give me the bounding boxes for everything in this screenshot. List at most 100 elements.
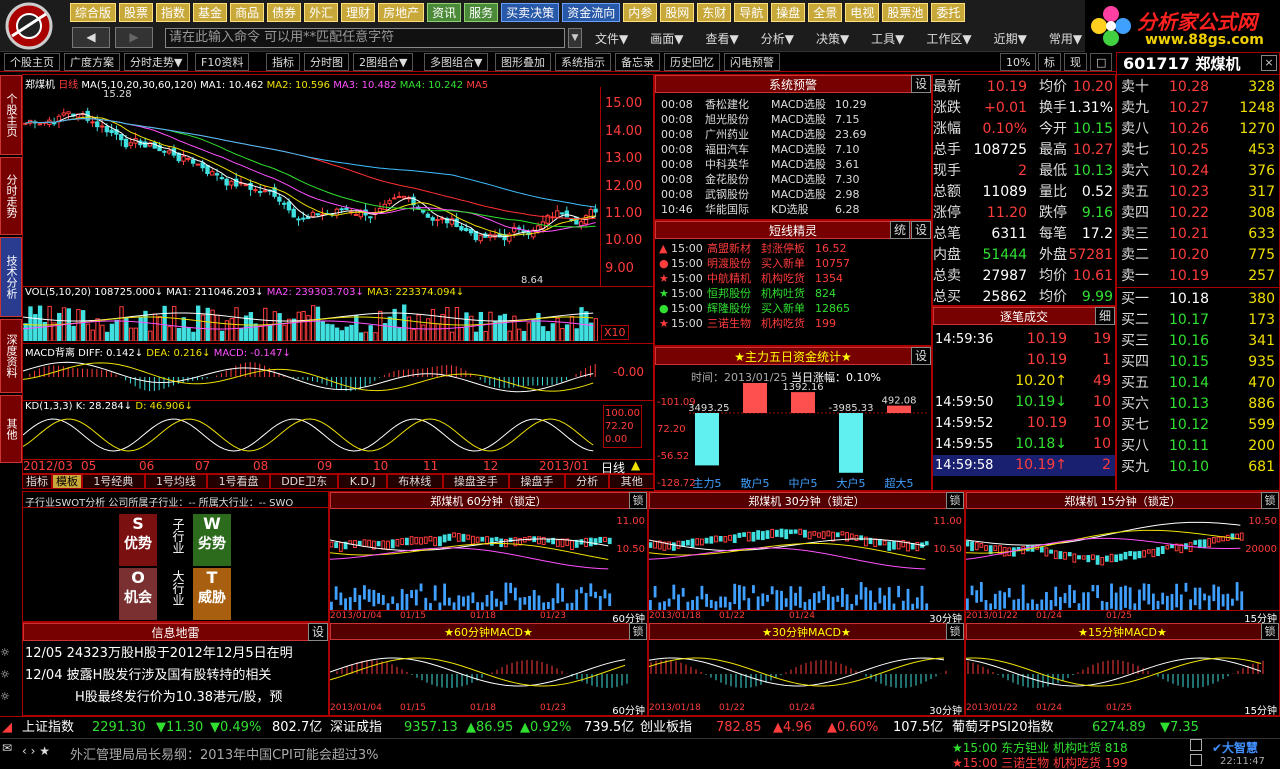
indicator-tab[interactable]: 其他: [609, 474, 655, 489]
scroll-triangle-icon[interactable]: ▲: [631, 458, 640, 472]
sprite-stat-button[interactable]: 统: [890, 221, 910, 239]
toolbar-right-button[interactable]: 标: [1038, 53, 1061, 71]
menu-item[interactable]: 委托: [931, 3, 966, 22]
menu-bar-item[interactable]: 工具▼: [871, 30, 904, 47]
menu-bar-item[interactable]: 常用▼: [1049, 30, 1082, 47]
mini-macd-chart[interactable]: [649, 642, 962, 704]
lock-button[interactable]: 锁: [1261, 623, 1279, 640]
ask-row[interactable]: 卖五 10.23 317: [1117, 182, 1279, 203]
bid-row[interactable]: 买九 10.10 681: [1117, 457, 1279, 478]
sprite-row[interactable]: ● 15:00 明渡股份 买入新单 10757: [659, 256, 927, 271]
swot-opportunity[interactable]: O 机会: [119, 568, 157, 620]
toolbar-right-button[interactable]: 现: [1064, 53, 1087, 71]
menu-item[interactable]: 内参: [623, 3, 658, 22]
menu-item[interactable]: 股票池: [882, 3, 929, 22]
tick-row[interactable]: 14:59:36 10.19 19: [933, 329, 1115, 350]
menu-item[interactable]: 全景: [808, 3, 843, 22]
menu-item[interactable]: 外汇: [304, 3, 339, 22]
menu-item[interactable]: 买卖决策: [501, 3, 560, 22]
ask-row[interactable]: 卖七 10.25 453: [1117, 140, 1279, 161]
tick-detail-button[interactable]: 细: [1095, 307, 1115, 325]
alert-settings-button[interactable]: 设: [911, 75, 931, 93]
ask-row[interactable]: 卖四 10.22 308: [1117, 203, 1279, 224]
toolbar-button[interactable]: 2图组合▼: [353, 53, 414, 71]
menu-item[interactable]: 基金: [193, 3, 228, 22]
indicator-tab[interactable]: 分析: [564, 474, 610, 489]
tick-row[interactable]: 14:59:58 10.19↑ 2: [933, 455, 1115, 476]
indicator-tab[interactable]: 指标: [22, 474, 52, 489]
lock-button[interactable]: 锁: [946, 623, 964, 640]
menu-item[interactable]: 操盘: [771, 3, 806, 22]
toolbar-button[interactable]: 历史回忆: [664, 53, 720, 71]
candlestick-chart[interactable]: [23, 87, 598, 287]
menu-item[interactable]: 股票: [119, 3, 154, 22]
menu-bar-item[interactable]: 查看▼: [705, 30, 738, 47]
alert-row[interactable]: 00:08 中科英华 MACD选股 3.61: [661, 157, 927, 172]
indicator-tab[interactable]: 操盘圣手: [442, 474, 510, 489]
bid-row[interactable]: 买八 10.11 200: [1117, 436, 1279, 457]
volume-chart[interactable]: [23, 299, 598, 341]
vtab-0[interactable]: 个股主页: [0, 75, 22, 155]
menu-item[interactable]: 综合版: [70, 3, 117, 22]
tick-row[interactable]: 10.19 1: [933, 350, 1115, 371]
vtab-1[interactable]: 分时走势: [0, 157, 22, 235]
vtab-3[interactable]: 深度资料: [0, 319, 22, 393]
toolbar-button[interactable]: 指标: [266, 53, 300, 71]
kd-chart[interactable]: [23, 413, 598, 457]
mini-candlestick-chart[interactable]: [966, 512, 1245, 610]
menu-item[interactable]: 导航: [734, 3, 769, 22]
news-item[interactable]: 12/05 24323万股H股于2012年12月5日在明: [25, 643, 328, 665]
sprite-row[interactable]: ★ 15:00 中航精机 机构吃货 1354: [659, 271, 927, 286]
command-input[interactable]: 请在此输入命令 可以用**匹配任意字符: [165, 28, 565, 48]
pt-index-name[interactable]: 葡萄牙PSI20指数: [952, 717, 1053, 738]
tick-row[interactable]: 14:59:55 10.18↓ 10: [933, 434, 1115, 455]
sprite-row[interactable]: ▲ 15:00 高盟新材 封涨停板 16.52: [659, 241, 927, 256]
sprite-row[interactable]: ★ 15:00 三诺生物 机构吃货 199: [659, 316, 927, 331]
alert-row[interactable]: 00:08 武钢股份 MACD选股 2.98: [661, 187, 927, 202]
alarm-icon[interactable]: ◢: [2, 717, 12, 738]
menu-bar-item[interactable]: 画面▼: [650, 30, 683, 47]
news-item[interactable]: 12/04 披露H股发行涉及国有股转持的相关: [25, 665, 328, 687]
forward-button[interactable]: ▶: [115, 27, 153, 48]
toolbar-right-button[interactable]: □: [1090, 53, 1113, 71]
bid-row[interactable]: 买五 10.14 470: [1117, 373, 1279, 394]
ask-row[interactable]: 卖八 10.26 1270: [1117, 119, 1279, 140]
indicator-tab[interactable]: 布林线: [386, 474, 443, 489]
indicator-tab[interactable]: 1号均线: [144, 474, 208, 489]
swot-threat[interactable]: T 威胁: [193, 568, 231, 620]
ticker-alert-2[interactable]: ★15:00 三诺生物 机构吃货 199: [952, 754, 1128, 769]
indicator-tab[interactable]: 操盘手: [509, 474, 565, 489]
menu-item[interactable]: 资讯: [427, 3, 462, 22]
mini-candlestick-chart[interactable]: [649, 512, 930, 610]
vtab-4[interactable]: 其他: [0, 395, 22, 463]
tick-row[interactable]: 14:59:50 10.19↓ 10: [933, 392, 1115, 413]
menu-bar-item[interactable]: 决策▼: [816, 30, 849, 47]
menu-item[interactable]: 服务: [464, 3, 499, 22]
toolbar-button[interactable]: 广度方案: [64, 53, 120, 71]
ask-row[interactable]: 卖六 10.24 376: [1117, 161, 1279, 182]
tick-row[interactable]: 14:59:52 10.19 10: [933, 413, 1115, 434]
lock-button[interactable]: 锁: [629, 623, 647, 640]
mini-candlestick-chart[interactable]: [330, 512, 613, 610]
menu-item[interactable]: 东财: [697, 3, 732, 22]
ask-row[interactable]: 卖一 10.19 257: [1117, 266, 1279, 287]
lock-button[interactable]: 锁: [946, 492, 964, 509]
toolbar-button[interactable]: 系统指示: [555, 53, 611, 71]
toolbar-button[interactable]: 备忘录: [615, 53, 660, 71]
menu-item[interactable]: 电视: [845, 3, 880, 22]
ask-row[interactable]: 卖三 10.21 633: [1117, 224, 1279, 245]
alert-row[interactable]: 00:08 旭光股份 MACD选股 7.15: [661, 112, 927, 127]
sh-index-name[interactable]: 上证指数: [22, 717, 74, 738]
minimize-icon[interactable]: [1190, 739, 1202, 751]
swot-strength[interactable]: S 优势: [119, 514, 157, 566]
indicator-tab[interactable]: 模板: [52, 474, 82, 489]
alert-row[interactable]: 00:08 香松建化 MACD选股 10.29: [661, 97, 927, 112]
menu-bar-item[interactable]: 近期▼: [994, 30, 1027, 47]
menu-item[interactable]: 房地产: [378, 3, 425, 22]
alert-row[interactable]: 00:08 福田汽车 MACD选股 7.10: [661, 142, 927, 157]
toolbar-button[interactable]: 闪电预警: [724, 53, 780, 71]
cy-index-name[interactable]: 创业板指: [640, 717, 692, 738]
indicator-tab[interactable]: DDE卫东: [269, 474, 339, 489]
toolbar-button[interactable]: 多图组合▼: [424, 53, 489, 71]
back-button[interactable]: ◀: [72, 27, 110, 48]
